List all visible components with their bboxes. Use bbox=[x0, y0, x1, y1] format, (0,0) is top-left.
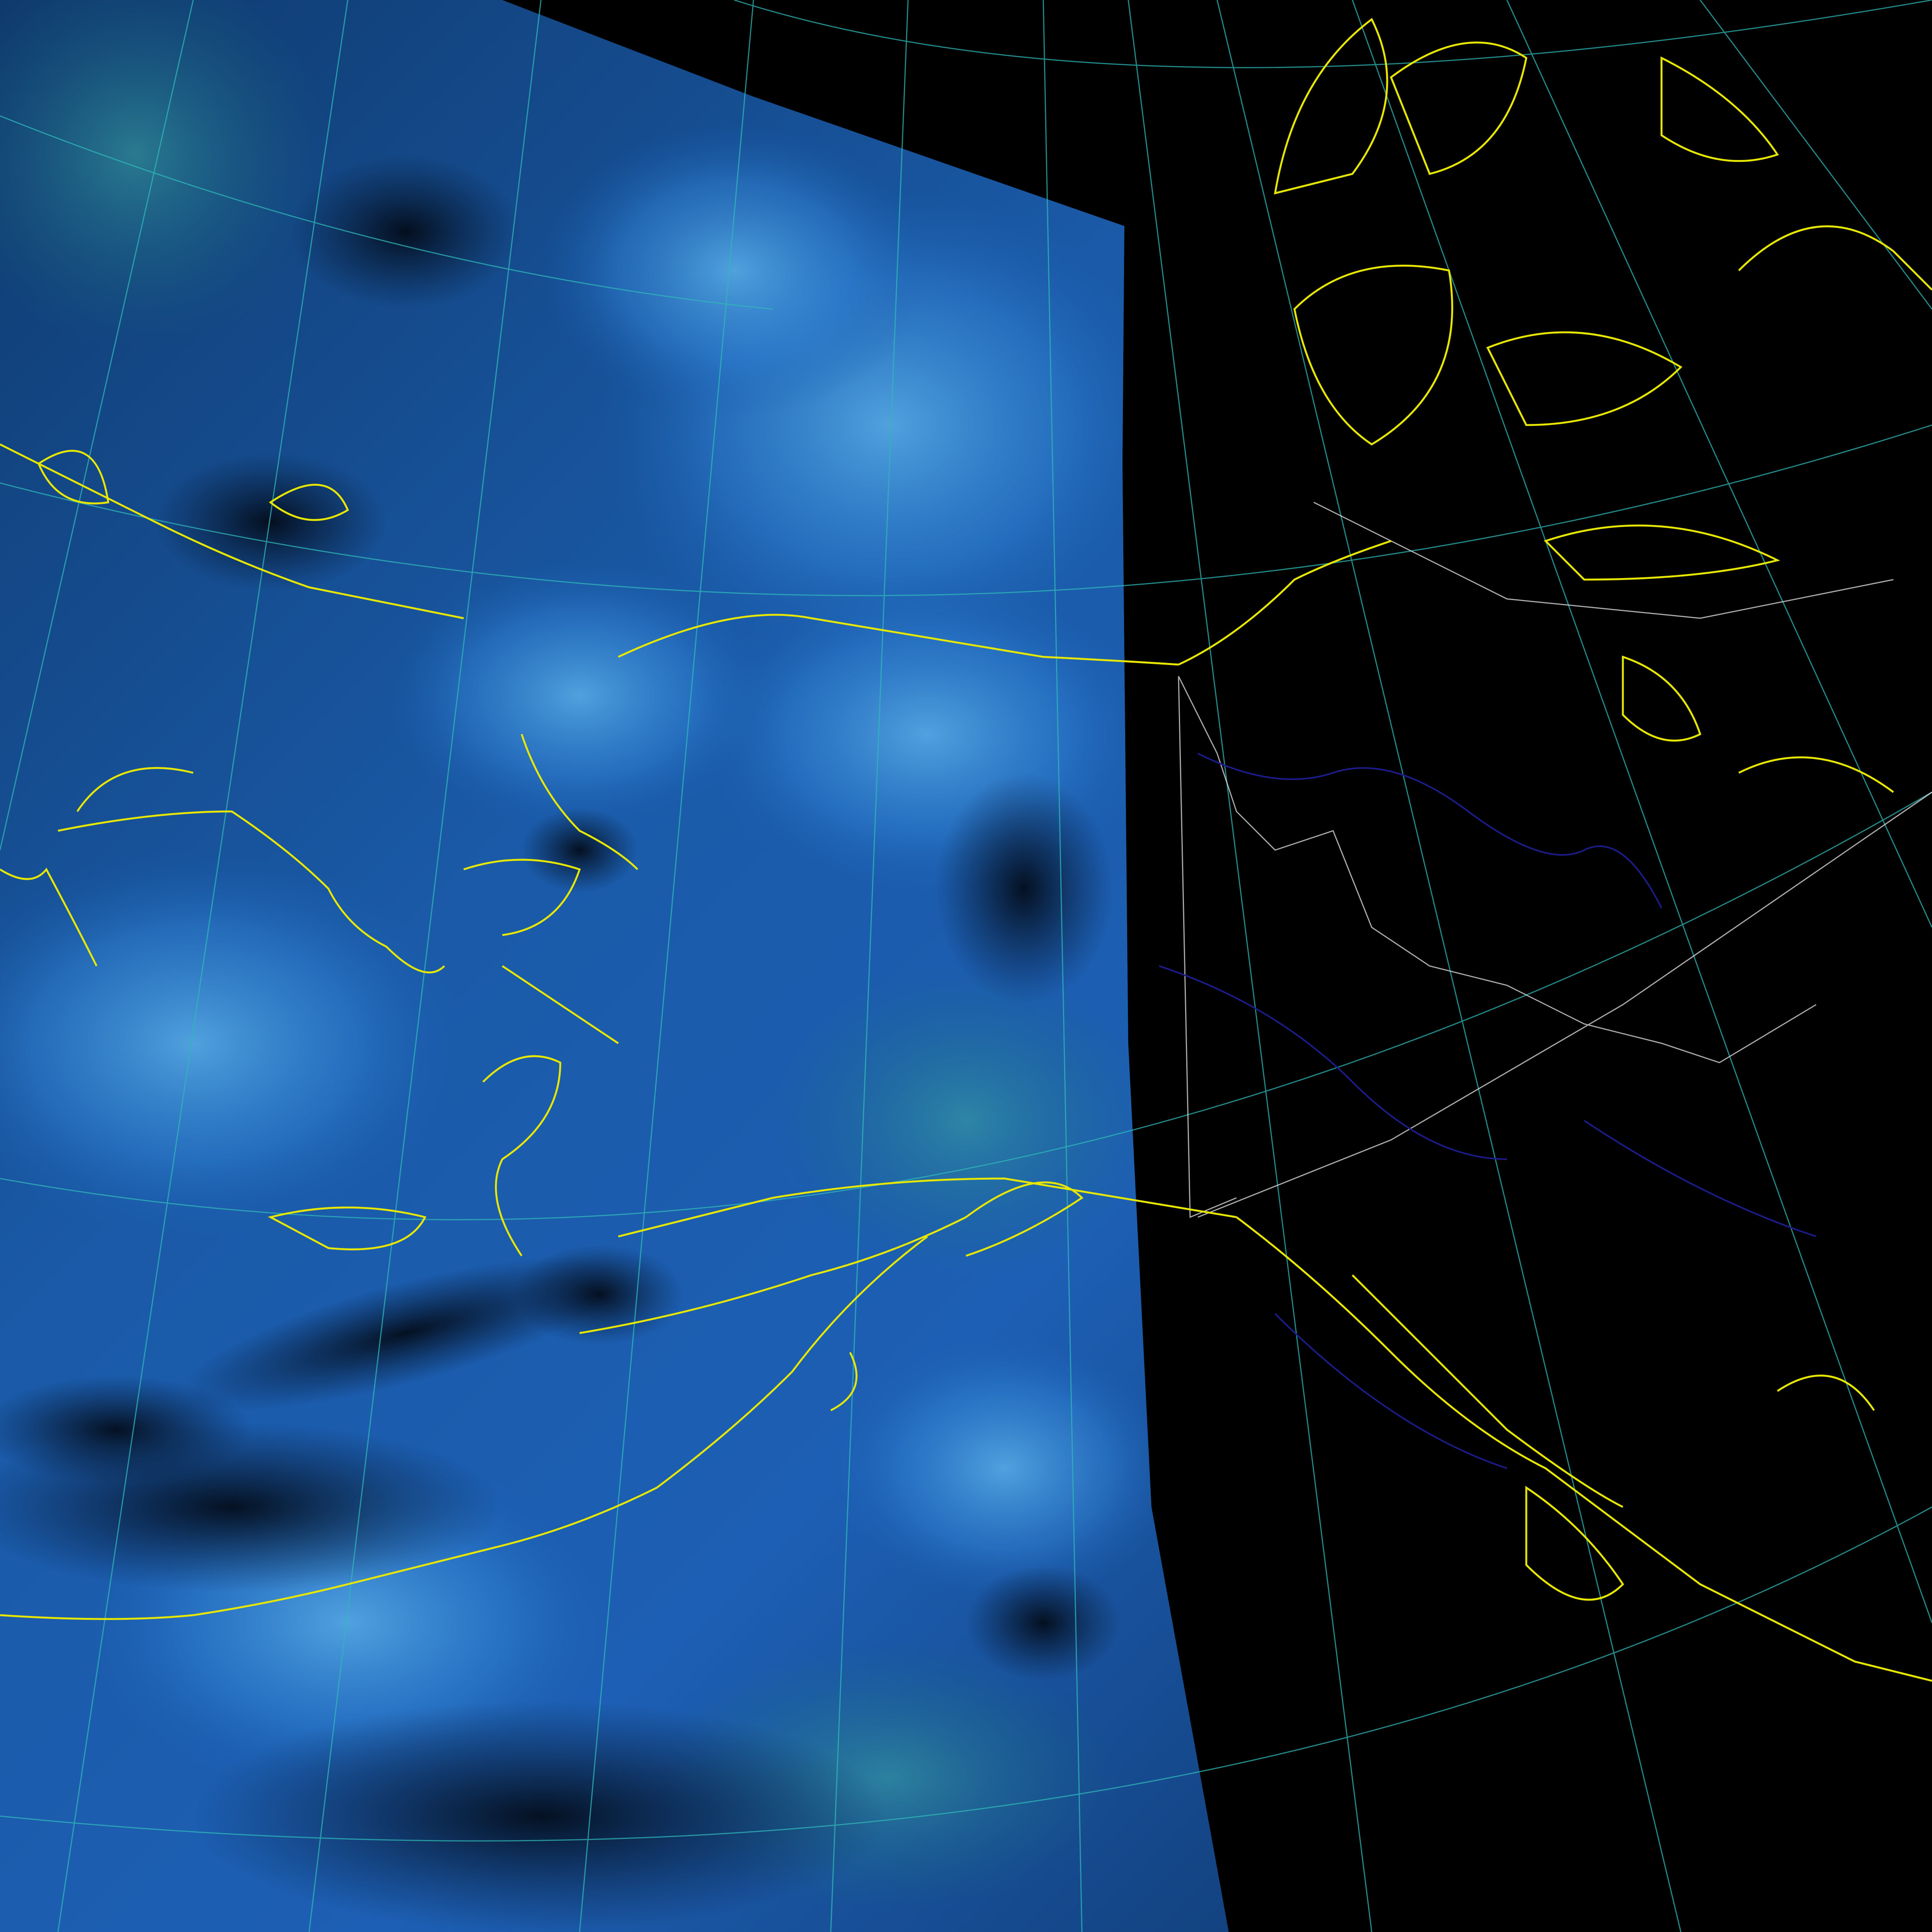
satellite-map bbox=[0, 0, 1932, 1932]
